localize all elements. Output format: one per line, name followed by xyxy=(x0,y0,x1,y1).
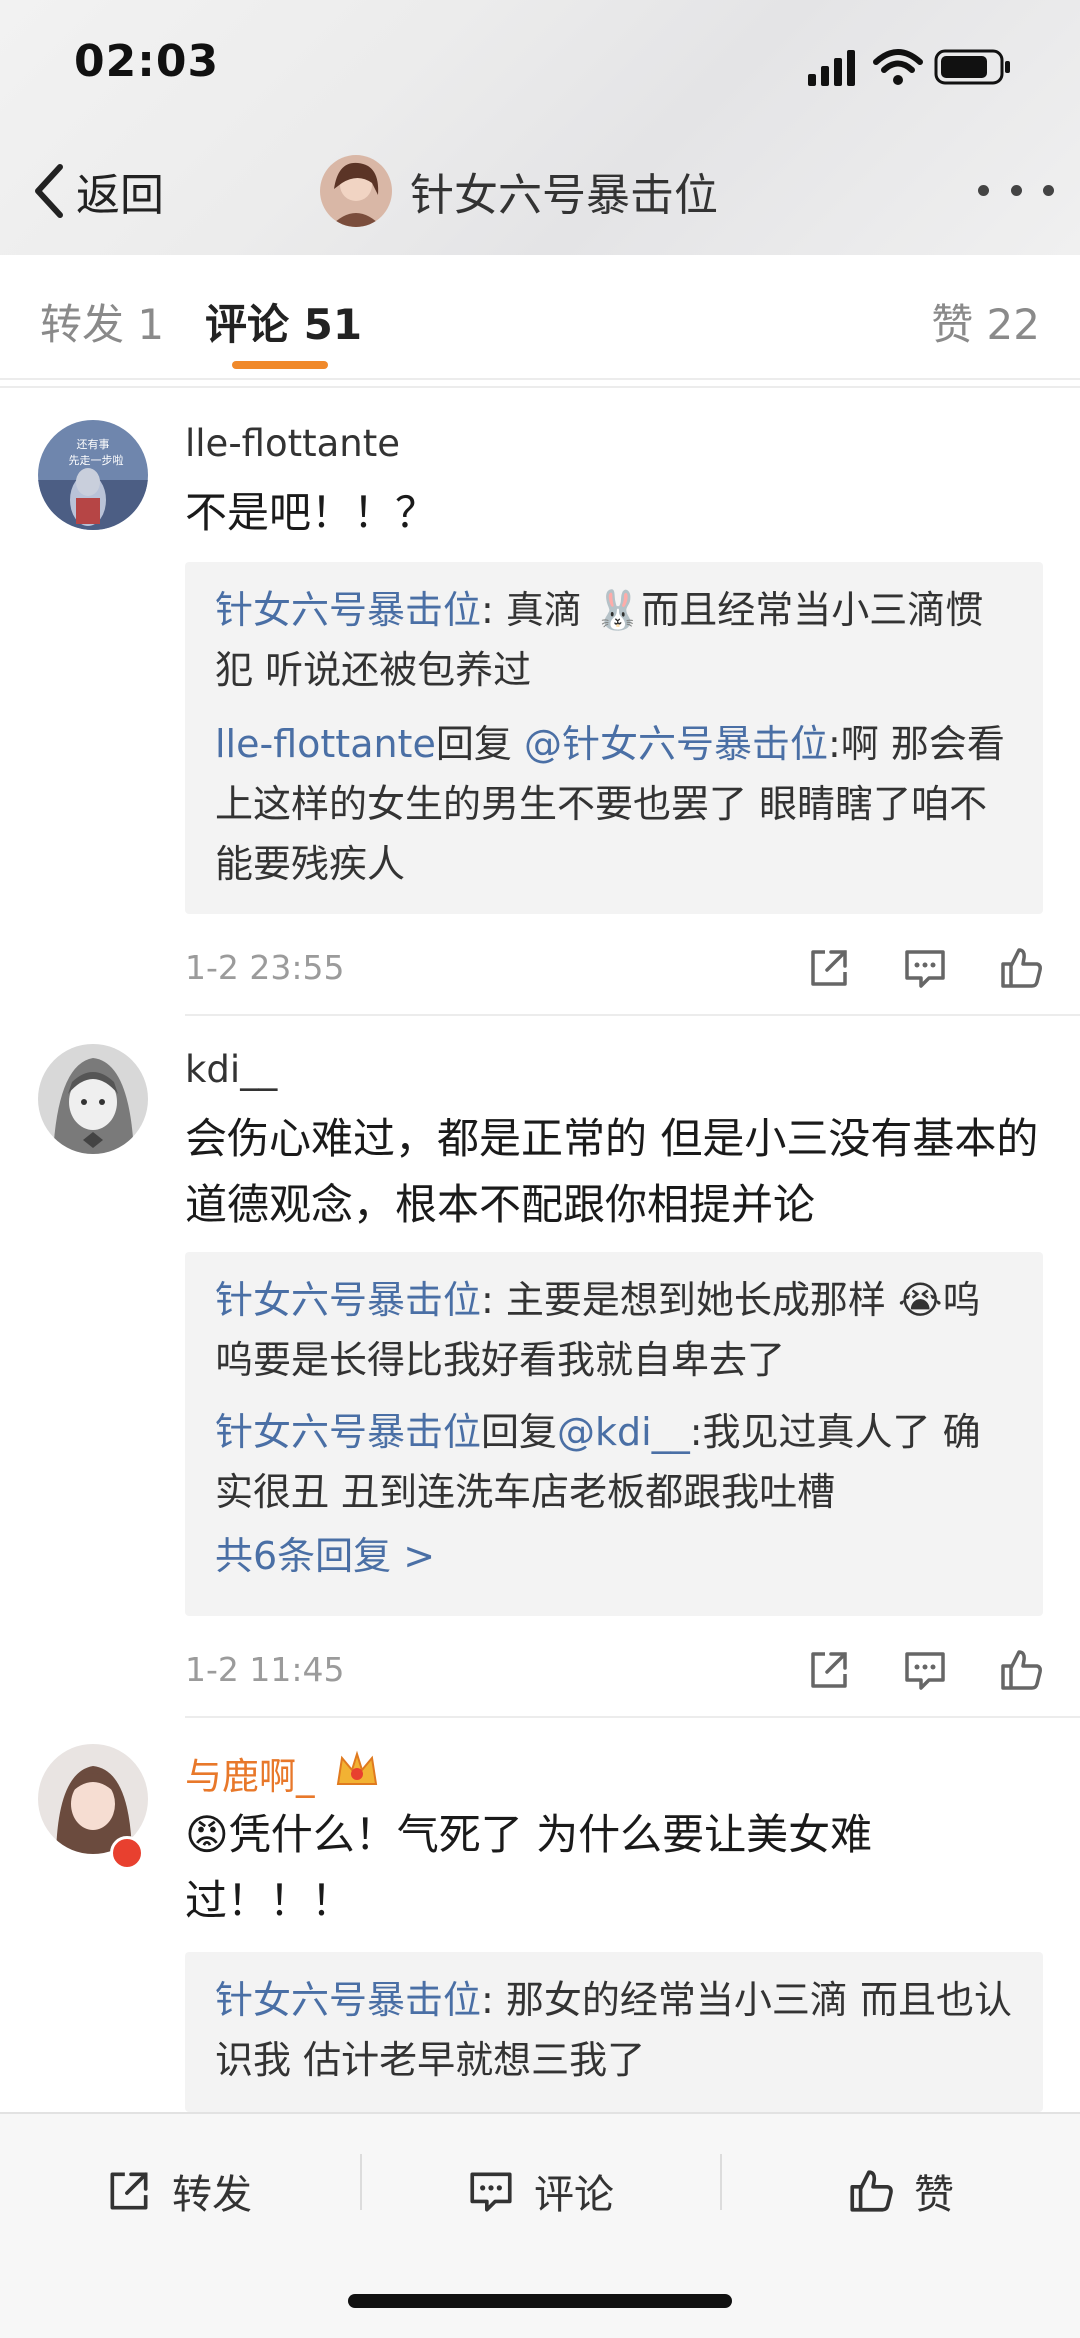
repost-label: 转发 xyxy=(172,2172,252,2218)
like-label: 赞 xyxy=(914,2172,954,2218)
status-bar: 02:03 xyxy=(0,0,1080,130)
comment-icon xyxy=(470,2172,512,2212)
avatar[interactable]: 还有事 先走一步啦 xyxy=(38,420,148,530)
repost-icon xyxy=(110,2172,148,2210)
top-bar: 02:03 返回 针女六号暴击位 xyxy=(0,0,1080,255)
username[interactable]: lle-flottante xyxy=(185,422,400,465)
verified-badge-icon xyxy=(110,1836,144,1870)
comment-meta: 1-2 11:45 xyxy=(185,1640,1045,1700)
comment-actions xyxy=(805,938,1045,998)
comment-meta: 1-2 23:55 xyxy=(185,938,1045,998)
reply-line: 针女六号暴击位回复@kdi__:我见过真人了 确实很丑 丑到连洗车店老板都跟我吐… xyxy=(215,1410,981,1514)
avatar xyxy=(320,155,392,227)
status-time: 02:03 xyxy=(74,36,220,87)
reply-author[interactable]: 针女六号暴击位 xyxy=(215,1410,481,1454)
nav-bar: 返回 针女六号暴击位 xyxy=(0,130,1080,255)
tab-comment[interactable]: 评论 51 xyxy=(205,291,362,352)
status-icons xyxy=(808,44,1028,94)
avatar[interactable] xyxy=(38,1044,148,1154)
comment-time: 1-2 11:45 xyxy=(185,1650,345,1689)
svg-text:先走一步啦: 先走一步啦 xyxy=(69,453,124,467)
chevron-left-icon xyxy=(35,164,63,218)
back-label: 返回 xyxy=(76,170,164,221)
thumbs-up-icon xyxy=(850,2170,893,2212)
divider xyxy=(185,1716,1080,1718)
reply-preview[interactable]: 针女六号暴击位: 真滴 🐰而且经常当小三滴惯犯 听说还被包养过 lle-flot… xyxy=(185,562,1043,914)
comment-label: 评论 xyxy=(534,2172,614,2218)
share-icon[interactable] xyxy=(805,1646,853,1694)
back-button[interactable]: 返回 xyxy=(30,156,164,226)
home-indicator xyxy=(348,2294,732,2308)
username[interactable]: kdi__ xyxy=(185,1048,277,1091)
active-tab-indicator xyxy=(232,361,328,369)
more-button[interactable] xyxy=(978,170,1054,210)
wifi-icon xyxy=(873,49,923,85)
reply-preview[interactable]: 针女六号暴击位: 那女的经常当小三滴 而且也认识我 估计老早就想三我了 xyxy=(185,1952,1043,2112)
reply-line: 针女六号暴击位: 主要是想到她长成那样 😭呜呜要是长得比我好看我就自卑去了 xyxy=(215,1278,981,1382)
tab-repost[interactable]: 转发 1 xyxy=(40,291,164,352)
comment-icon[interactable] xyxy=(901,1646,949,1694)
page-title: 针女六号暴击位 xyxy=(410,170,718,221)
view-more-replies-link[interactable]: 共6条回复 > xyxy=(215,1526,1013,1586)
repost-button[interactable]: 转发 xyxy=(104,2156,252,2226)
reply-preview[interactable]: 针女六号暴击位: 主要是想到她长成那样 😭呜呜要是长得比我好看我就自卑去了 针女… xyxy=(185,1252,1043,1616)
reply-mention[interactable]: @针女六号暴击位 xyxy=(524,722,828,766)
comment-time: 1-2 23:55 xyxy=(185,948,345,987)
battery-icon xyxy=(934,49,1010,85)
comment-icon[interactable] xyxy=(901,944,949,992)
divider xyxy=(185,1014,1080,1016)
reply-author[interactable]: 针女六号暴击位 xyxy=(215,588,481,632)
nav-title[interactable]: 针女六号暴击位 xyxy=(320,150,718,232)
divider xyxy=(360,2154,362,2210)
username[interactable]: 与鹿啊_ xyxy=(185,1746,315,1800)
tab-bar: 转发 1 评论 51 赞 22 xyxy=(0,255,1080,380)
cellular-signal-icon xyxy=(808,49,1010,86)
divider xyxy=(720,2154,722,2210)
comment-actions xyxy=(805,1640,1045,1700)
reply-line: lle-flottante回复 @针女六号暴击位:啊 那会看上这样的女生的男生不… xyxy=(215,722,1005,886)
comment-text: 😡凭什么！气死了 为什么要让美女难过！！！ xyxy=(185,1810,873,1925)
thumbs-up-icon[interactable] xyxy=(997,1646,1045,1694)
reply-author[interactable]: 针女六号暴击位 xyxy=(215,1278,481,1322)
reply-author[interactable]: 针女六号暴击位 xyxy=(215,1978,481,2022)
reply-line: 针女六号暴击位: 那女的经常当小三滴 而且也认识我 估计老早就想三我了 xyxy=(215,1978,1012,2082)
comment-text: 会伤心难过，都是正常的 但是小三没有基本的道德观念，根本不配跟你相提并论 xyxy=(185,1114,1039,1229)
reply-line: 针女六号暴击位: 真滴 🐰而且经常当小三滴惯犯 听说还被包养过 xyxy=(215,588,984,692)
svg-text:还有事: 还有事 xyxy=(77,437,110,451)
vip-crown-icon xyxy=(336,1750,378,1785)
reply-author[interactable]: lle-flottante xyxy=(215,722,436,766)
comment-button[interactable]: 评论 xyxy=(466,2156,614,2226)
tab-like[interactable]: 赞 22 xyxy=(931,291,1040,352)
more-dots-icon xyxy=(978,184,989,196)
divider xyxy=(0,386,1080,388)
thumbs-up-icon[interactable] xyxy=(997,944,1045,992)
share-icon[interactable] xyxy=(805,944,853,992)
reply-mention[interactable]: @kdi__ xyxy=(557,1410,690,1454)
like-button[interactable]: 赞 xyxy=(846,2156,954,2226)
comment-text: 不是吧！！？ xyxy=(185,488,438,537)
